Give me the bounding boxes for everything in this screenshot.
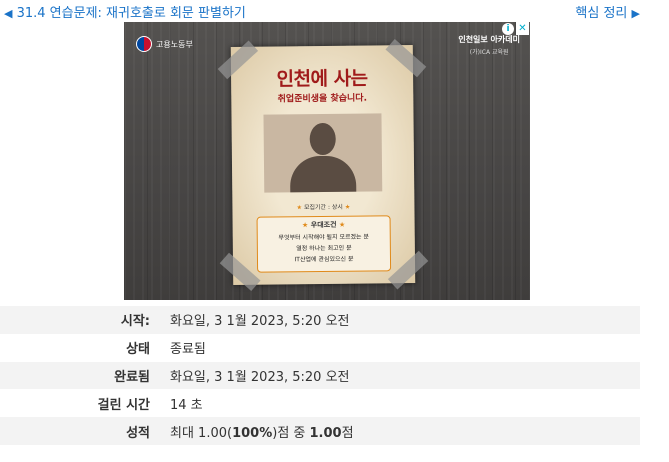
star-icon: ★ xyxy=(344,203,351,211)
ministry-logo: 고용노동부 xyxy=(136,36,193,52)
summary-row-time-taken: 걸린 시간 14 초 xyxy=(0,389,640,418)
ministry-name: 고용노동부 xyxy=(156,39,193,49)
summary-row-grade: 성적 최대 1.00(100%)점 중 1.00점 xyxy=(0,417,640,445)
completed-label: 완료됨 xyxy=(0,361,162,390)
quiz-attempt-summary: 시작: 화요일, 3 1월 2023, 5:20 오전 상태 종료됨 완료됨 화… xyxy=(0,306,640,445)
next-activity-link[interactable]: 핵심 정리 ▶ xyxy=(575,2,640,21)
conditions-heading: ★ 우대조건 ★ xyxy=(258,219,390,230)
star-icon: ★ xyxy=(301,221,309,230)
advertiser-brand: 인천일보 아카데미 (가)ICA 교육원 xyxy=(458,34,520,56)
summary-row-started: 시작: 화요일, 3 1월 2023, 5:20 오전 xyxy=(0,306,640,334)
star-icon: ★ xyxy=(296,204,303,212)
grade-prefix: 최대 1.00( xyxy=(170,425,233,441)
recruit-period: ★ 모집기간 : 상시 ★ xyxy=(232,201,414,212)
time-taken-value: 14 초 xyxy=(162,389,640,418)
silhouette-body xyxy=(289,155,357,193)
condition-item: IT산업에 관심있으신 분 xyxy=(294,255,354,264)
next-activity-label: 핵심 정리 xyxy=(575,6,628,21)
grade-label: 성적 xyxy=(0,417,162,445)
ministry-emblem-icon xyxy=(136,36,152,52)
condition-item: 무엇부터 시작해야 될지 모르겠는 분 xyxy=(278,233,370,242)
poster-title: 인천에 사는 xyxy=(276,67,368,91)
left-arrow-icon: ◀ xyxy=(4,7,13,20)
condition-item: 열정 하나는 최고인 분 xyxy=(296,244,352,253)
summary-row-state: 상태 종료됨 xyxy=(0,333,640,362)
grade-value: 최대 1.00(100%)점 중 1.00점 xyxy=(162,417,640,445)
time-taken-label: 걸린 시간 xyxy=(0,389,162,418)
state-label: 상태 xyxy=(0,333,162,362)
grade-percent: 100% xyxy=(232,425,273,441)
previous-activity-label: 31.4 연습문제: 재귀호출로 회문 판별하기 xyxy=(16,6,246,21)
started-value: 화요일, 3 1월 2023, 5:20 오전 xyxy=(162,306,640,334)
recruit-period-label: 모집기간 : 상시 xyxy=(303,203,343,212)
quiz-navigation: ◀ 31.4 연습문제: 재귀호출로 회문 판별하기 핵심 정리 ▶ xyxy=(0,0,669,22)
started-label: 시작: xyxy=(0,306,162,334)
grade-middle: )점 중 xyxy=(272,425,310,441)
wanted-poster: 인천에 사는 취업준비생을 찾습니다. ★ 모집기간 : 상시 ★ ★ 우대조건… xyxy=(217,38,429,292)
summary-row-completed: 완료됨 화요일, 3 1월 2023, 5:20 오전 xyxy=(0,361,640,390)
completed-value: 화요일, 3 1월 2023, 5:20 오전 xyxy=(162,361,640,390)
right-arrow-icon: ▶ xyxy=(631,7,640,20)
advertiser-name: 인천일보 아카데미 xyxy=(458,35,520,44)
grade-suffix: 점 xyxy=(341,425,354,441)
person-silhouette-image xyxy=(263,113,383,193)
tape-bottom-left xyxy=(219,252,261,292)
conditions-box: ★ 우대조건 ★ 무엇부터 시작해야 될지 모르겠는 분 열정 하나는 최고인 … xyxy=(256,215,392,273)
previous-activity-link[interactable]: ◀ 31.4 연습문제: 재귀호출로 회문 판별하기 xyxy=(4,2,246,21)
advertisement-banner[interactable]: 고용노동부 i ✕ 인천일보 아카데미 (가)ICA 교육원 인천에 사는 취업… xyxy=(124,22,530,300)
silhouette-head xyxy=(309,122,336,156)
tape-bottom-right xyxy=(387,250,429,290)
grade-score: 1.00 xyxy=(309,425,342,441)
state-value: 종료됨 xyxy=(162,333,640,362)
advertiser-subname: (가)ICA 교육원 xyxy=(469,49,509,56)
poster-subtitle: 취업준비생을 찾습니다. xyxy=(277,93,368,105)
conditions-title: 우대조건 xyxy=(310,220,337,230)
star-icon: ★ xyxy=(338,220,346,229)
